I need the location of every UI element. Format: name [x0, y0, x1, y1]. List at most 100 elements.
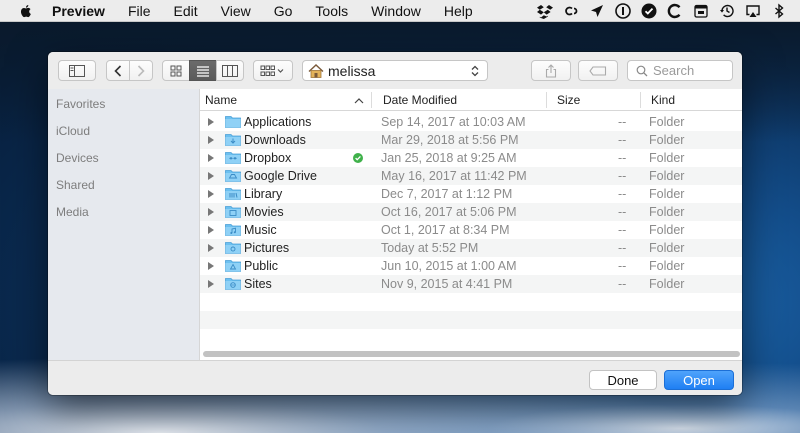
file-row-dropbox[interactable]: Dropbox Jan 25, 2018 at 9:25 AM -- Folde…: [200, 149, 742, 167]
library-folder-icon: [225, 188, 241, 200]
airplay-icon[interactable]: [740, 0, 766, 22]
file-name: Pictures: [244, 241, 290, 255]
disclosure-triangle-icon[interactable]: [208, 208, 214, 216]
checkmark-circle-icon[interactable]: [636, 0, 662, 22]
menu-tools[interactable]: Tools: [315, 3, 348, 19]
column-header-size[interactable]: Size: [557, 93, 580, 107]
sort-ascending-icon: [354, 98, 364, 104]
search-field[interactable]: Search: [627, 60, 733, 81]
sidebar-section-icloud[interactable]: iCloud: [56, 124, 90, 138]
disclosure-triangle-icon[interactable]: [208, 226, 214, 234]
search-icon: [636, 65, 648, 76]
disclosure-triangle-icon[interactable]: [208, 136, 214, 144]
open-dialog: melissa Search Favorites iCloud Devices …: [48, 52, 742, 395]
status-menu-area: [532, 0, 792, 22]
file-date: Oct 1, 2017 at 8:34 PM: [381, 223, 510, 237]
file-kind: Folder: [649, 241, 685, 255]
arrange-button[interactable]: [253, 60, 293, 81]
file-row-movies[interactable]: Movies Oct 16, 2017 at 5:06 PM -- Folder: [200, 203, 742, 221]
file-date: Jan 25, 2018 at 9:25 AM: [381, 151, 517, 165]
dropbox-folder-icon: [225, 152, 241, 164]
file-date: Dec 7, 2017 at 1:12 PM: [381, 187, 513, 201]
empty-row: [200, 293, 742, 311]
search-placeholder: Search: [653, 63, 695, 78]
location-arrow-icon[interactable]: [584, 0, 610, 22]
file-size: --: [618, 115, 627, 129]
file-row-sites[interactable]: Sites Nov 9, 2015 at 4:41 PM -- Folder: [200, 275, 742, 293]
file-date: May 16, 2017 at 11:42 PM: [381, 169, 527, 183]
menu-file[interactable]: File: [128, 3, 151, 19]
view-columns-button[interactable]: [216, 60, 244, 81]
file-row-pictures[interactable]: Pictures Today at 5:52 PM -- Folder: [200, 239, 742, 257]
menu-help[interactable]: Help: [444, 3, 473, 19]
file-size: --: [618, 223, 627, 237]
file-size: --: [618, 169, 627, 183]
arrange-grid-icon: [260, 65, 284, 76]
share-icon: [545, 63, 557, 78]
file-size: --: [618, 205, 627, 219]
back-button[interactable]: [106, 60, 130, 81]
file-row-google-drive[interactable]: Google Drive May 16, 2017 at 11:42 PM --…: [200, 167, 742, 185]
disclosure-triangle-icon[interactable]: [208, 262, 214, 270]
column-divider[interactable]: [546, 92, 547, 108]
share-button[interactable]: [531, 60, 571, 81]
column-divider[interactable]: [371, 92, 372, 108]
list-icon: [197, 65, 209, 77]
file-size: --: [618, 187, 627, 201]
column-header-name[interactable]: Name: [205, 93, 237, 107]
disclosure-triangle-icon[interactable]: [208, 190, 214, 198]
file-row-downloads[interactable]: Downloads Mar 29, 2018 at 5:56 PM -- Fol…: [200, 131, 742, 149]
sidebar-section-devices[interactable]: Devices: [56, 151, 99, 165]
menu-view[interactable]: View: [221, 3, 251, 19]
disclosure-triangle-icon[interactable]: [208, 280, 214, 288]
sidebar-section-favorites[interactable]: Favorites: [56, 97, 105, 111]
tags-button[interactable]: [578, 60, 618, 81]
onepassword-icon[interactable]: [610, 0, 636, 22]
open-button[interactable]: Open: [664, 370, 734, 390]
menu-bar: Preview File Edit View Go Tools Window H…: [0, 0, 800, 22]
up-down-chevron-icon: [471, 65, 479, 77]
view-icons-button[interactable]: [162, 60, 190, 81]
column-divider[interactable]: [640, 92, 641, 108]
file-size: --: [618, 277, 627, 291]
column-header-kind[interactable]: Kind: [651, 93, 675, 107]
disclosure-triangle-icon[interactable]: [208, 154, 214, 162]
menu-app-name[interactable]: Preview: [52, 3, 105, 19]
location-popup[interactable]: melissa: [302, 60, 488, 81]
menu-go[interactable]: Go: [274, 3, 293, 19]
file-kind: Folder: [649, 115, 685, 129]
file-row-music[interactable]: Music Oct 1, 2017 at 8:34 PM -- Folder: [200, 221, 742, 239]
bluetooth-icon[interactable]: [766, 0, 792, 22]
file-row-applications[interactable]: Applications Sep 14, 2017 at 10:03 AM --…: [200, 113, 742, 131]
ccleaner-icon[interactable]: [662, 0, 688, 22]
disclosure-triangle-icon[interactable]: [208, 118, 214, 126]
column-header-date[interactable]: Date Modified: [383, 93, 457, 107]
time-machine-icon[interactable]: [714, 0, 740, 22]
file-name: Downloads: [244, 133, 306, 147]
done-button[interactable]: Done: [589, 370, 657, 390]
file-name: Music: [244, 223, 277, 237]
downloads-folder-icon: [225, 134, 241, 146]
file-date: Mar 29, 2018 at 5:56 PM: [381, 133, 519, 147]
menu-edit[interactable]: Edit: [174, 3, 198, 19]
sidebar-section-media[interactable]: Media: [56, 205, 89, 219]
apple-menu-icon[interactable]: [18, 3, 34, 19]
view-list-button[interactable]: [189, 60, 217, 81]
disclosure-triangle-icon[interactable]: [208, 172, 214, 180]
disclosure-triangle-icon[interactable]: [208, 244, 214, 252]
file-kind: Folder: [649, 277, 685, 291]
horizontal-scrollbar[interactable]: [203, 351, 740, 357]
creative-cloud-icon[interactable]: [558, 0, 584, 22]
forward-button[interactable]: [129, 60, 153, 81]
sidebar-section-shared[interactable]: Shared: [56, 178, 95, 192]
file-row-public[interactable]: Public Jun 10, 2015 at 1:00 AM -- Folder: [200, 257, 742, 275]
dropbox-icon[interactable]: [532, 0, 558, 22]
file-kind: Folder: [649, 151, 685, 165]
calendar-icon[interactable]: [688, 0, 714, 22]
sites-folder-icon: [225, 278, 241, 290]
file-row-library[interactable]: Library Dec 7, 2017 at 1:12 PM -- Folder: [200, 185, 742, 203]
menu-window[interactable]: Window: [371, 3, 421, 19]
file-name: Public: [244, 259, 279, 273]
sidebar-toggle-button[interactable]: [58, 60, 96, 81]
list-header: Name Date Modified Size Kind: [200, 89, 742, 111]
